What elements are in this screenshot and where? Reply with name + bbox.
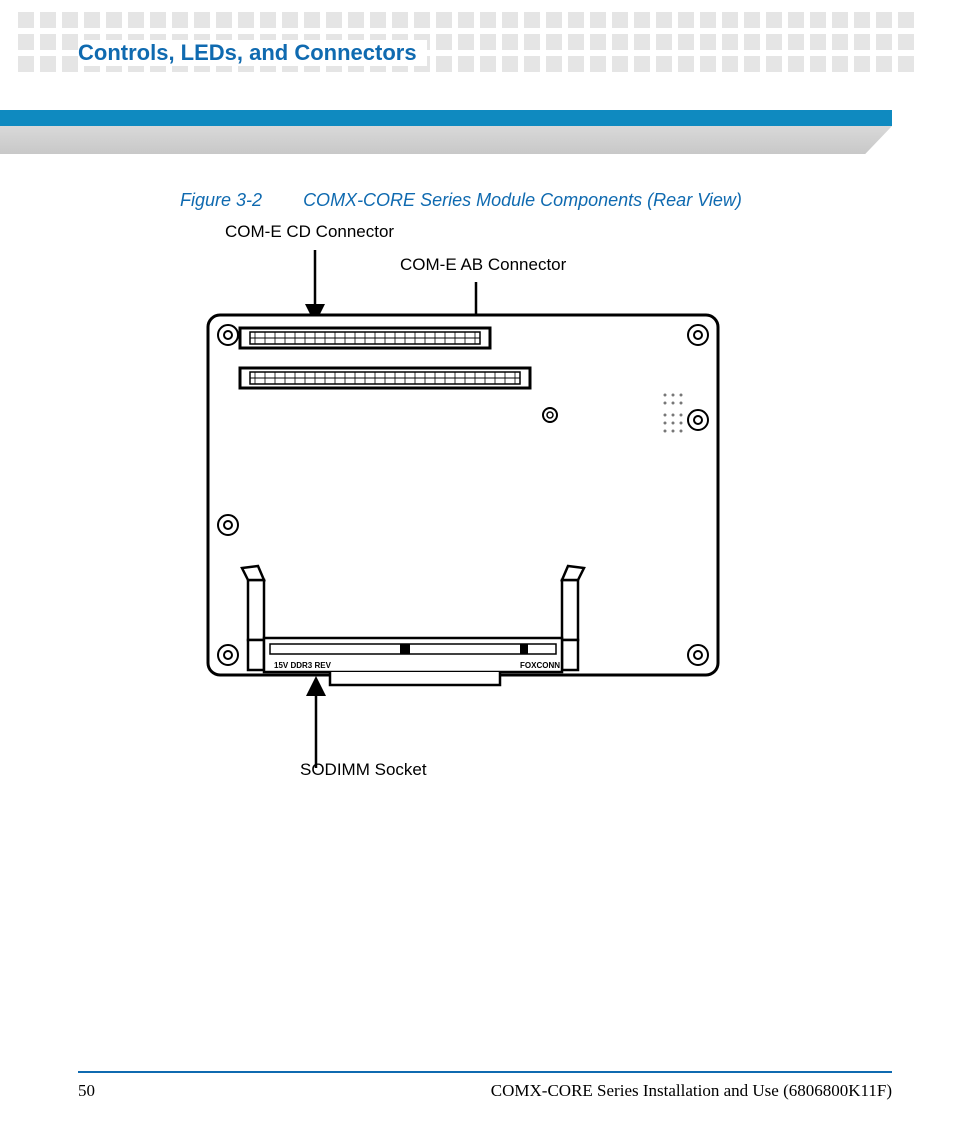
footer-rule	[78, 1071, 892, 1073]
board-illustration: 15V DDR3 REV FOXCONN	[170, 240, 790, 790]
figure-number: Figure 3-2	[180, 190, 262, 210]
header-grey-bevel	[0, 126, 892, 154]
footer-doc-title: COMX-CORE Series Installation and Use (6…	[491, 1081, 892, 1101]
board-marking-right: FOXCONN	[520, 661, 560, 670]
board-marking-left: 15V DDR3 REV	[274, 661, 332, 670]
figure-caption: Figure 3-2 COMX-CORE Series Module Compo…	[180, 190, 742, 211]
label-com-e-cd: COM-E CD Connector	[225, 222, 394, 242]
figure-title: COMX-CORE Series Module Components (Rear…	[303, 190, 742, 210]
page-number: 50	[78, 1081, 95, 1101]
section-title: Controls, LEDs, and Connectors	[78, 40, 427, 66]
header-blue-bar	[0, 110, 892, 126]
diagram: COM-E CD Connector COM-E AB Connector SO…	[170, 220, 790, 790]
